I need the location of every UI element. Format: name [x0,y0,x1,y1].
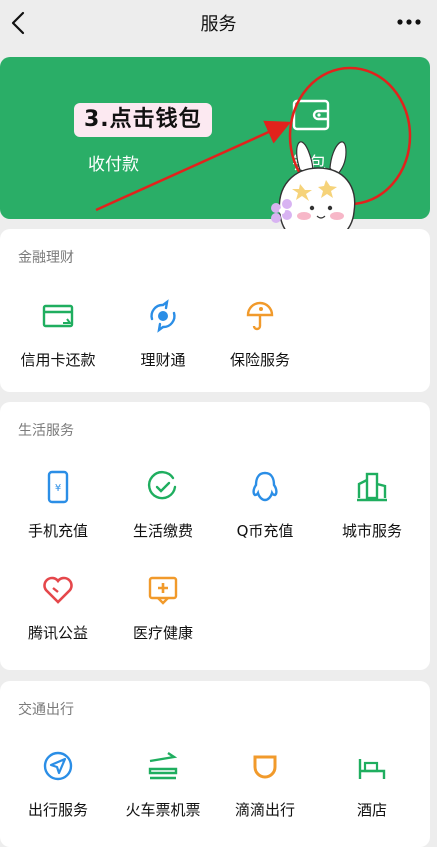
travel-service-item[interactable]: 出行服务 [8,749,108,839]
wallet-card: 3.点击钱包 收付款 钱包 [0,57,430,219]
medical-icon [148,576,178,605]
medical-health-item[interactable]: 医疗健康 [113,572,213,662]
insurance-icon [246,301,274,331]
charity-icon [43,576,73,604]
section-title: 交通出行 [18,702,74,718]
section-title: 生活服务 [18,423,74,439]
qq-coin-icon [252,471,278,502]
wallet-label: 钱包 [292,154,326,174]
phone-topup-item[interactable]: ¥ 手机充值 [8,470,108,560]
item-label: 医疗健康 [132,624,193,642]
item-label: 酒店 [356,801,387,819]
bill-pay-icon [148,471,177,500]
travel-section: 交通出行 出行服务 火车票机票 滴滴出行 酒店 [0,681,430,847]
life-services-section: 生活服务 ¥ 手机充值 生活缴费 Q币充值 城市服务 腾讯公益 医疗健康 [0,402,430,670]
item-label: Q币充值 [236,522,294,540]
credit-card-icon [42,304,74,328]
item-label: 火车票机票 [125,801,201,819]
train-plane-icon [148,752,178,780]
svg-text:¥: ¥ [55,483,61,494]
wallet-button[interactable]: 钱包 [284,87,354,197]
item-label: 保险服务 [229,351,290,369]
section-title: 金融理财 [18,250,74,266]
wealth-icon [150,299,176,333]
item-label: 滴滴出行 [234,801,295,819]
top-bar: 服务 [0,0,437,46]
city-service-icon [357,472,387,502]
item-label: 信用卡还款 [20,351,96,369]
qq-coin-topup-item[interactable]: Q币充值 [215,470,315,560]
phone-topup-icon: ¥ [47,470,69,504]
insurance-service-item[interactable]: 保险服务 [210,299,310,389]
pay-receive-label: 收付款 [88,155,139,175]
item-label: 出行服务 [27,801,88,819]
train-plane-ticket-item[interactable]: 火车票机票 [113,749,213,839]
licaitong-item[interactable]: 理财通 [113,299,213,389]
pay-receive-button[interactable]: 收付款 [76,137,166,187]
travel-icon [43,751,73,781]
hotel-item[interactable]: 酒店 [322,749,422,839]
city-service-item[interactable]: 城市服务 [322,470,422,560]
bill-pay-item[interactable]: 生活缴费 [113,470,213,560]
hotel-icon [358,752,386,779]
credit-card-repayment-item[interactable]: 信用卡还款 [8,299,108,389]
instruction-banner: 3.点击钱包 [74,103,212,137]
finance-section: 金融理财 信用卡还款 理财通 保险服务 [0,229,430,392]
wallet-icon [292,99,330,131]
item-label: 生活缴费 [132,522,193,540]
page-title: 服务 [200,14,237,35]
item-label: 城市服务 [341,522,402,540]
item-label: 腾讯公益 [27,624,88,642]
item-label: 理财通 [140,351,186,369]
didi-item[interactable]: 滴滴出行 [215,749,315,839]
tencent-charity-item[interactable]: 腾讯公益 [8,572,108,662]
more-options-icon[interactable] [395,12,423,32]
item-label: 手机充值 [27,522,88,540]
didi-icon [253,755,277,779]
